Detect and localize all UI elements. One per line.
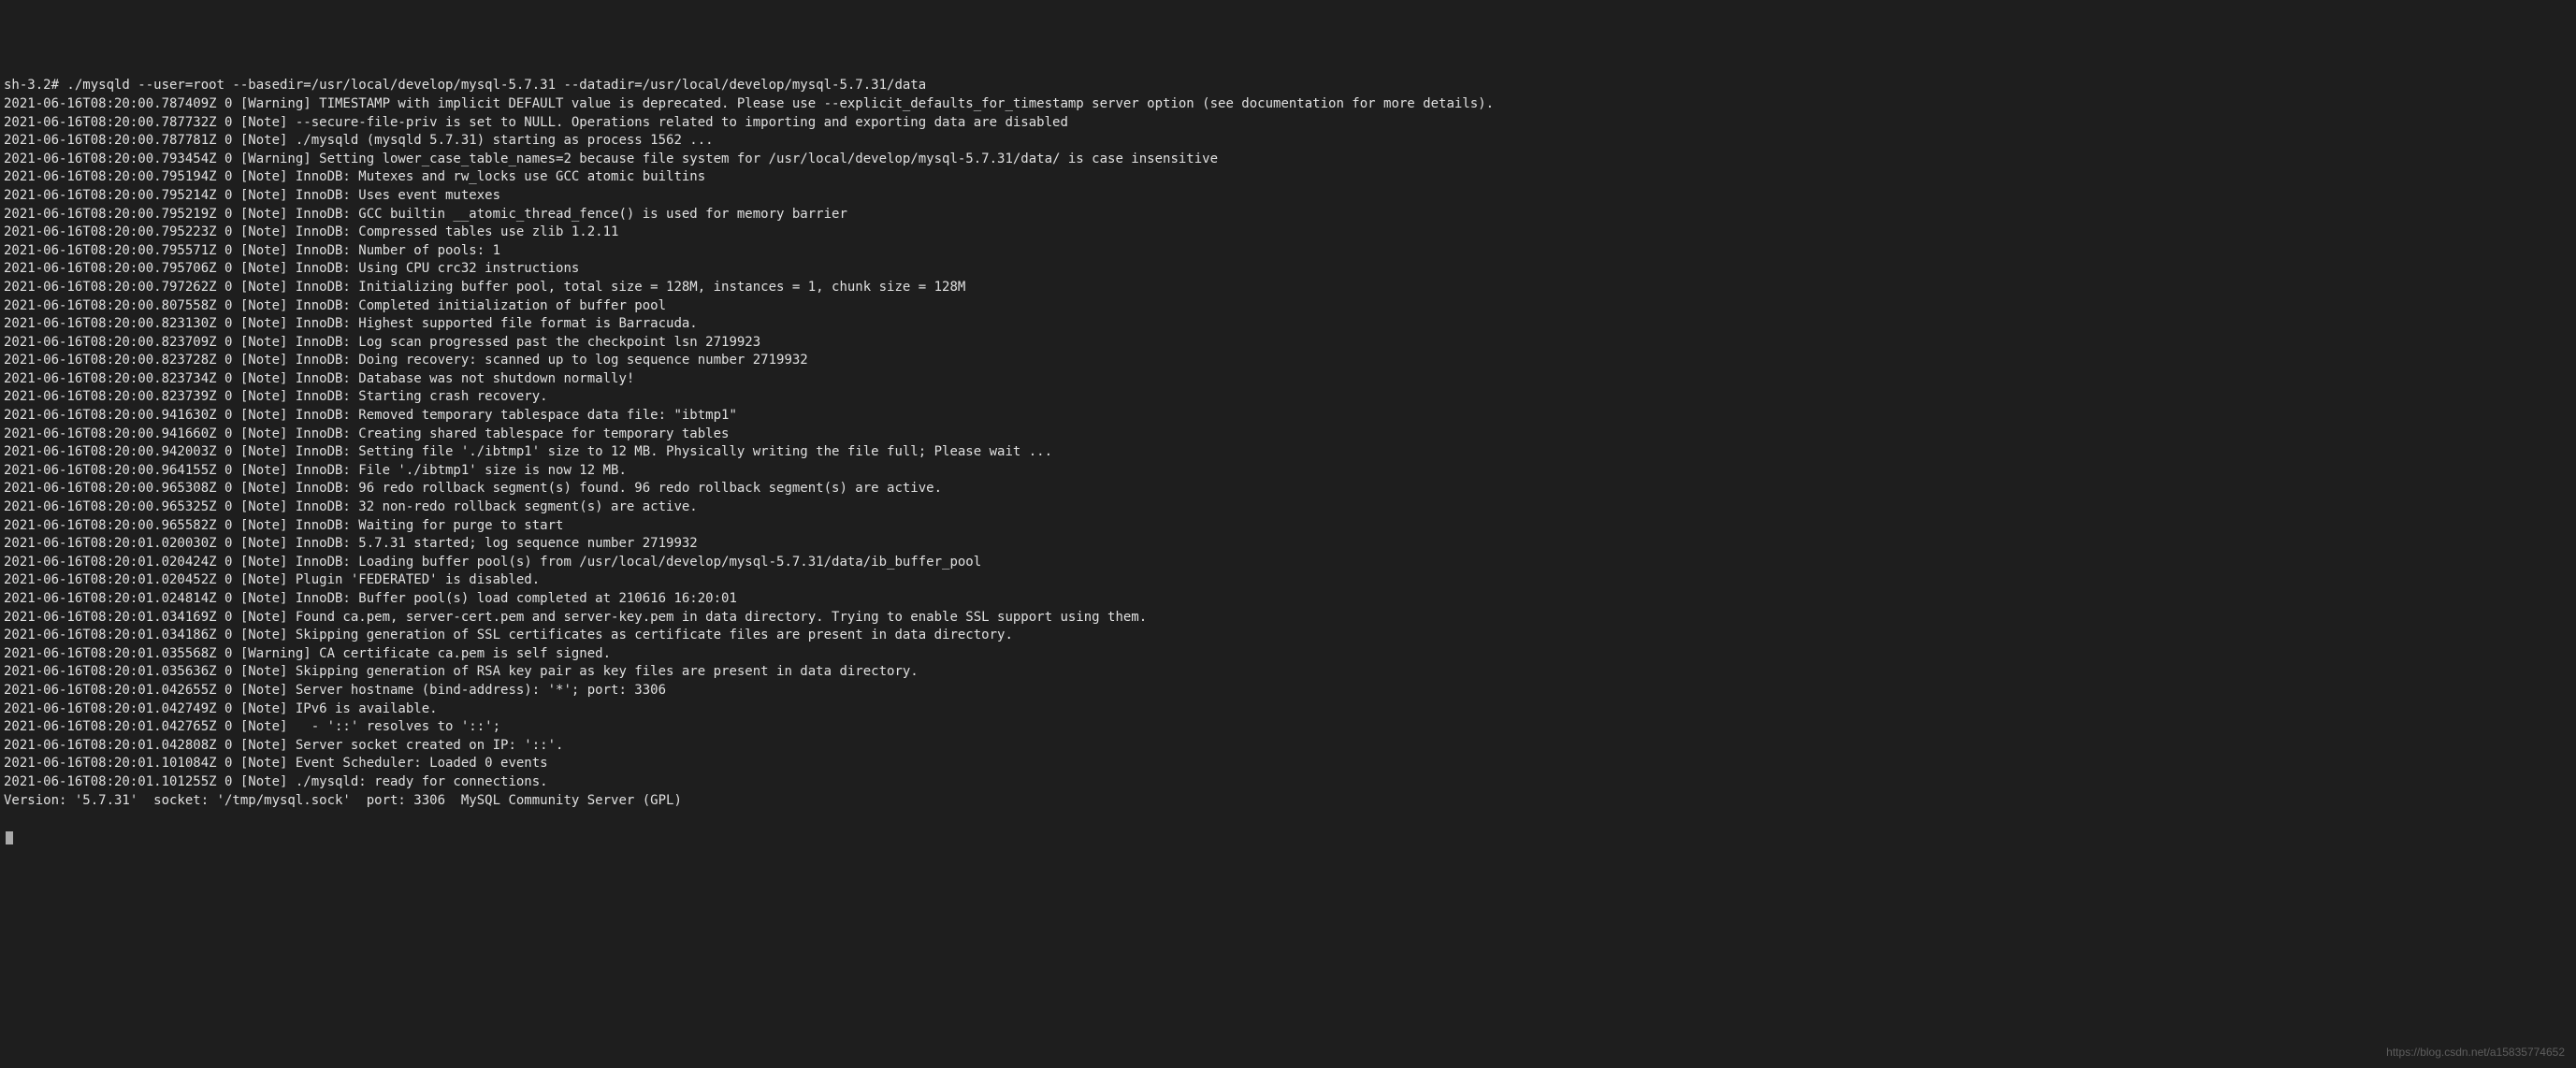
terminal-line: 2021-06-16T08:20:01.035636Z 0 [Note] Ski… [4, 663, 2572, 682]
terminal-line: 2021-06-16T08:20:00.797262Z 0 [Note] Inn… [4, 279, 2572, 297]
terminal-line: Version: '5.7.31' socket: '/tmp/mysql.so… [4, 792, 2572, 811]
terminal-line: 2021-06-16T08:20:00.942003Z 0 [Note] Inn… [4, 443, 2572, 462]
terminal-line: 2021-06-16T08:20:00.787732Z 0 [Note] --s… [4, 114, 2572, 133]
terminal-line: 2021-06-16T08:20:00.965308Z 0 [Note] Inn… [4, 480, 2572, 498]
terminal-line: 2021-06-16T08:20:00.795571Z 0 [Note] Inn… [4, 242, 2572, 261]
terminal-line: sh-3.2# ./mysqld --user=root --basedir=/… [4, 77, 2572, 95]
terminal-cursor [6, 831, 13, 844]
terminal-line: 2021-06-16T08:20:01.020424Z 0 [Note] Inn… [4, 554, 2572, 572]
terminal-line: 2021-06-16T08:20:00.795219Z 0 [Note] Inn… [4, 206, 2572, 224]
terminal-line: 2021-06-16T08:20:00.795214Z 0 [Note] Inn… [4, 187, 2572, 206]
terminal-line: 2021-06-16T08:20:01.042808Z 0 [Note] Ser… [4, 737, 2572, 756]
terminal-line: 2021-06-16T08:20:00.823739Z 0 [Note] Inn… [4, 388, 2572, 407]
terminal-line: 2021-06-16T08:20:01.024814Z 0 [Note] Inn… [4, 590, 2572, 609]
terminal-line: 2021-06-16T08:20:01.042749Z 0 [Note] IPv… [4, 700, 2572, 719]
terminal-line: 2021-06-16T08:20:00.807558Z 0 [Note] Inn… [4, 297, 2572, 316]
terminal-line: 2021-06-16T08:20:00.823728Z 0 [Note] Inn… [4, 352, 2572, 370]
terminal-line: 2021-06-16T08:20:00.964155Z 0 [Note] Inn… [4, 462, 2572, 481]
terminal-line: 2021-06-16T08:20:01.034169Z 0 [Note] Fou… [4, 609, 2572, 628]
watermark-text: https://blog.csdn.net/a15835774652 [2386, 1045, 2565, 1061]
terminal-line: 2021-06-16T08:20:00.965325Z 0 [Note] Inn… [4, 498, 2572, 517]
terminal-line: 2021-06-16T08:20:01.035568Z 0 [Warning] … [4, 645, 2572, 664]
terminal-line: 2021-06-16T08:20:00.823130Z 0 [Note] Inn… [4, 315, 2572, 334]
terminal-line: 2021-06-16T08:20:00.941660Z 0 [Note] Inn… [4, 426, 2572, 444]
terminal-line: 2021-06-16T08:20:00.823709Z 0 [Note] Inn… [4, 334, 2572, 353]
terminal-line: 2021-06-16T08:20:01.020030Z 0 [Note] Inn… [4, 535, 2572, 554]
terminal-line: 2021-06-16T08:20:00.795706Z 0 [Note] Inn… [4, 260, 2572, 279]
terminal-line: 2021-06-16T08:20:00.787781Z 0 [Note] ./m… [4, 132, 2572, 151]
terminal-line: 2021-06-16T08:20:00.795194Z 0 [Note] Inn… [4, 168, 2572, 187]
terminal-line: 2021-06-16T08:20:01.020452Z 0 [Note] Plu… [4, 571, 2572, 590]
terminal-line: 2021-06-16T08:20:00.787409Z 0 [Warning] … [4, 95, 2572, 114]
terminal-line: 2021-06-16T08:20:01.101084Z 0 [Note] Eve… [4, 755, 2572, 773]
terminal-line: 2021-06-16T08:20:01.034186Z 0 [Note] Ski… [4, 627, 2572, 645]
terminal-output[interactable]: sh-3.2# ./mysqld --user=root --basedir=/… [4, 77, 2572, 810]
terminal-line: 2021-06-16T08:20:00.793454Z 0 [Warning] … [4, 151, 2572, 169]
terminal-line: 2021-06-16T08:20:00.823734Z 0 [Note] Inn… [4, 370, 2572, 389]
terminal-line: 2021-06-16T08:20:00.941630Z 0 [Note] Inn… [4, 407, 2572, 426]
terminal-line: 2021-06-16T08:20:00.795223Z 0 [Note] Inn… [4, 224, 2572, 242]
terminal-line: 2021-06-16T08:20:01.042655Z 0 [Note] Ser… [4, 682, 2572, 700]
terminal-line: 2021-06-16T08:20:01.101255Z 0 [Note] ./m… [4, 773, 2572, 792]
terminal-line: 2021-06-16T08:20:01.042765Z 0 [Note] - '… [4, 718, 2572, 737]
terminal-line: 2021-06-16T08:20:00.965582Z 0 [Note] Inn… [4, 517, 2572, 536]
